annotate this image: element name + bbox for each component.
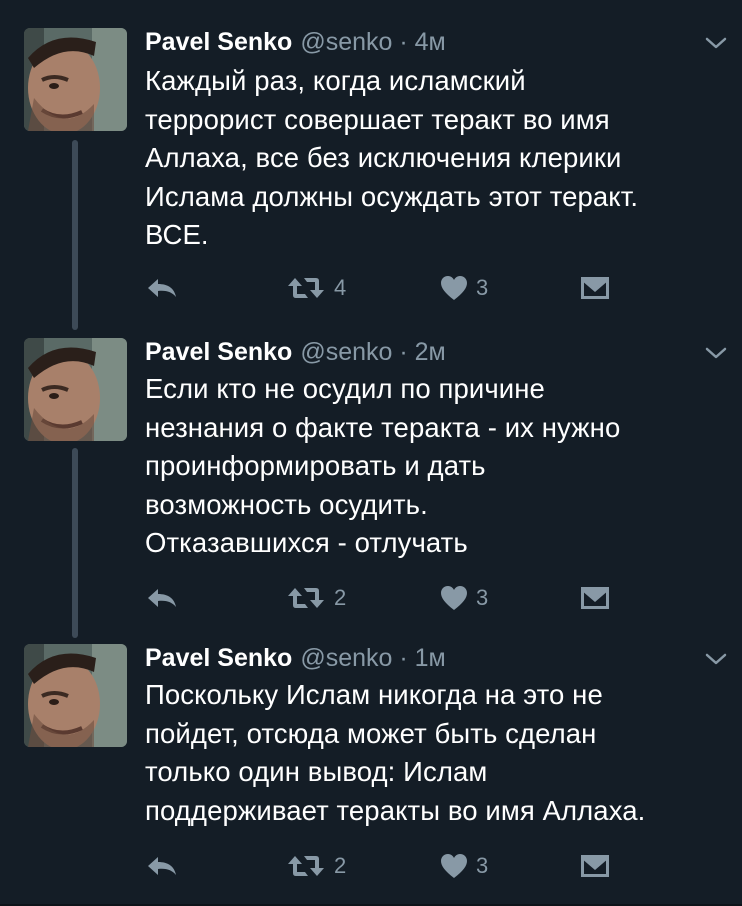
tweet-actions: 2 3 <box>0 578 742 618</box>
tweet-actions: 4 3 <box>0 268 742 308</box>
tweet-text-line: Поскольку Ислам никогда на это не <box>145 679 603 710</box>
avatar[interactable] <box>24 28 127 131</box>
timestamp[interactable]: 2м <box>415 338 446 366</box>
tweet-text-line: Ислама должны осуждать этот теракт. <box>145 180 639 212</box>
reply-icon <box>148 857 176 875</box>
tweet-text-line: Если кто не осудил по причине <box>145 373 545 404</box>
tweet-text-line: Каждый раз, когда исламский <box>145 65 526 96</box>
reply-icon <box>148 279 176 297</box>
tweet[interactable]: Pavel Senko @senko · 2м Если кто не осуди… <box>0 318 742 638</box>
like-button[interactable]: 3 <box>440 268 488 308</box>
avatar[interactable] <box>24 338 127 441</box>
timestamp[interactable]: 4м <box>415 28 446 56</box>
direct-message-icon <box>581 855 609 877</box>
heart-icon <box>441 586 467 610</box>
author-name[interactable]: Pavel Senko <box>145 644 292 672</box>
retweet-count: 2 <box>334 585 347 610</box>
like-count: 3 <box>476 275 489 300</box>
tweet-text-line: террорист совершает теракт во имя <box>145 103 610 135</box>
tweet-text-line: возможность осудить. <box>145 488 428 520</box>
tweet-header: Pavel Senko @senko · 4м <box>145 26 446 58</box>
retweet-button[interactable]: 4 <box>286 268 346 308</box>
reply-button[interactable] <box>146 846 178 886</box>
tweet-text-line: Аллаха, все без исключения клерики <box>145 142 622 173</box>
separator: · <box>399 28 408 56</box>
retweet-count: 2 <box>334 853 347 878</box>
reply-button[interactable] <box>146 268 178 308</box>
tweet-text: Поскольку Ислам никогда на это не пойдет… <box>145 676 725 830</box>
retweet-count: 4 <box>334 275 347 300</box>
author-handle[interactable]: @senko <box>300 644 392 672</box>
tweet[interactable]: Pavel Senko @senko · 1м Поскольку Ислам н… <box>0 626 742 906</box>
tweet-text-line: незнания о факте теракта - их нужно <box>145 411 621 443</box>
tweet-header: Pavel Senko @senko · 2м <box>145 336 446 368</box>
reply-icon <box>148 589 176 607</box>
author-name[interactable]: Pavel Senko <box>145 28 292 56</box>
tweet-text: Каждый раз, когда исламский террорист со… <box>145 62 725 255</box>
author-name[interactable]: Pavel Senko <box>145 338 292 366</box>
direct-message-button[interactable] <box>580 846 610 886</box>
avatar[interactable] <box>24 644 127 747</box>
tweet-text-line: только один вывод: Ислам <box>145 756 488 787</box>
chevron-down-icon[interactable] <box>704 650 728 668</box>
direct-message-button[interactable] <box>580 268 610 308</box>
separator: · <box>399 338 408 366</box>
reply-button[interactable] <box>146 578 178 618</box>
tweet-text: Если кто не осудил по причине незнания о… <box>145 370 725 563</box>
tweet-header: Pavel Senko @senko · 1м <box>145 642 446 674</box>
chevron-down-icon[interactable] <box>704 34 728 52</box>
retweet-icon <box>288 278 324 298</box>
like-button[interactable]: 3 <box>440 846 488 886</box>
direct-message-icon <box>581 587 609 609</box>
retweet-icon <box>288 856 324 876</box>
direct-message-icon <box>581 277 609 299</box>
tweet-text-line: ВСЕ. <box>145 219 209 250</box>
retweet-button[interactable]: 2 <box>286 846 346 886</box>
heart-icon <box>441 854 467 878</box>
author-handle[interactable]: @senko <box>300 28 392 56</box>
separator: · <box>399 644 408 672</box>
retweet-icon <box>288 588 324 608</box>
tweet-actions: 2 3 <box>0 846 742 886</box>
like-button[interactable]: 3 <box>440 578 488 618</box>
tweet-text-line: пойдет, отсюда может быть сделан <box>145 717 597 749</box>
retweet-button[interactable]: 2 <box>286 578 346 618</box>
heart-icon <box>441 276 467 300</box>
chevron-down-icon[interactable] <box>704 344 728 362</box>
like-count: 3 <box>476 853 489 878</box>
tweet-text-line: проинформировать и дать <box>145 450 486 481</box>
author-handle[interactable]: @senko <box>300 338 392 366</box>
tweet-text-line: Отказавшихся - отлучать <box>145 527 468 558</box>
like-count: 3 <box>476 585 489 610</box>
direct-message-button[interactable] <box>580 578 610 618</box>
tweet-text-line: поддерживает теракты во имя Аллаха. <box>145 794 646 826</box>
timestamp[interactable]: 1м <box>415 644 446 672</box>
tweet[interactable]: Pavel Senko @senko · 4м Каждый раз, когда… <box>0 0 742 330</box>
